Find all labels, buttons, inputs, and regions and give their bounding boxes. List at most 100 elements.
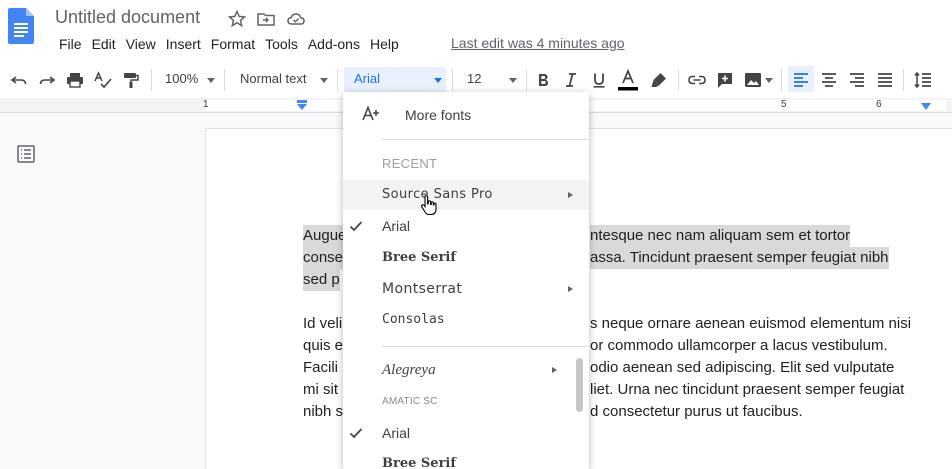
font-item-source-sans-pro[interactable]: Source Sans Pro [343, 180, 589, 210]
toolbar-divider [452, 69, 453, 91]
menu-bar: File Edit View Insert Format Tools Add-o… [54, 34, 404, 54]
text-line-right[interactable]: liet. Urna nec tincidunt praesent semper… [590, 379, 904, 401]
font-item-label: Arial [382, 218, 411, 234]
star-icon[interactable] [227, 9, 247, 29]
menu-insert[interactable]: Insert [161, 36, 206, 52]
menu-format[interactable]: Format [206, 36, 260, 52]
align-left-icon[interactable] [791, 70, 811, 90]
print-icon[interactable] [65, 70, 85, 90]
font-item-label: Montserrat [382, 281, 463, 297]
line-spacing-icon[interactable] [913, 70, 933, 90]
menu-help[interactable]: Help [365, 36, 404, 52]
text-line-right[interactable]: d consectetur purus ut faucibus. [590, 401, 803, 423]
spellcheck-icon[interactable] [93, 70, 113, 90]
font-size-select[interactable]: 12 [467, 71, 481, 86]
left-indent-marker-icon[interactable] [296, 100, 308, 111]
redo-icon[interactable] [37, 70, 57, 90]
font-dropdown-menu: More fonts RECENT Source Sans Pro Arial … [343, 92, 589, 469]
check-icon [349, 428, 363, 439]
insert-comment-icon[interactable] [715, 70, 735, 90]
font-item-bree-serif[interactable]: Bree Serif [343, 449, 589, 469]
ruler-number: 6 [876, 99, 882, 110]
font-item-label: Bree Serif [382, 456, 456, 469]
paint-format-icon[interactable] [121, 70, 141, 90]
text-line-right[interactable]: odio aenean sed adipiscing. Elit sed vul… [590, 357, 894, 379]
text-line-right[interactable]: assa. Tincidunt praesent semper feugiat … [590, 247, 889, 269]
font-item-amatic-sc[interactable]: AMATIC SC [343, 386, 589, 416]
font-item-arial[interactable]: Arial [343, 418, 589, 448]
ruler-number: 5 [781, 99, 787, 110]
submenu-arrow-icon [552, 366, 557, 373]
text-line-left[interactable]: conse [303, 247, 344, 269]
text-line-left[interactable]: Id veli [303, 313, 342, 335]
cloud-status-icon[interactable] [286, 9, 306, 29]
document-title[interactable]: Untitled document [55, 7, 200, 28]
menu-divider [382, 346, 589, 347]
text-line-right[interactable]: or commodo ullamcorper a lacus vestibulu… [590, 335, 888, 357]
menu-view[interactable]: View [121, 36, 161, 52]
recent-section-header: RECENT [382, 156, 438, 171]
menu-divider [382, 139, 589, 140]
style-chevron-down-icon[interactable] [320, 78, 328, 83]
font-size-chevron-down-icon[interactable] [509, 78, 517, 83]
move-to-folder-icon[interactable] [256, 9, 276, 29]
align-center-icon[interactable] [819, 70, 839, 90]
text-color-icon[interactable] [618, 68, 638, 92]
more-fonts-icon [362, 105, 379, 121]
underline-icon[interactable] [589, 70, 609, 90]
font-select-label: Arial [354, 71, 381, 86]
check-icon [349, 221, 363, 232]
font-chevron-down-icon[interactable] [434, 78, 442, 83]
toolbar-divider [151, 69, 152, 91]
undo-icon[interactable] [9, 70, 29, 90]
zoom-chevron-down-icon[interactable] [207, 78, 215, 83]
submenu-arrow-icon [568, 285, 573, 292]
font-item-label: Consolas [382, 312, 445, 327]
document-outline-icon[interactable] [16, 144, 36, 164]
google-docs-logo-icon[interactable] [8, 8, 34, 44]
text-line-left[interactable]: mi sit [303, 379, 338, 401]
text-line-left[interactable]: Facili [303, 357, 338, 379]
last-edit-link[interactable]: Last edit was 4 minutes ago [451, 35, 625, 51]
highlight-color-icon[interactable] [649, 70, 669, 90]
zoom-select[interactable]: 100% [165, 71, 198, 86]
submenu-arrow-icon [568, 191, 573, 198]
paragraph-style-select[interactable]: Normal text [240, 71, 306, 86]
toolbar-divider [678, 69, 679, 91]
toolbar-divider [781, 69, 782, 91]
align-right-icon[interactable] [847, 70, 867, 90]
hand-pointer-icon [420, 194, 437, 216]
toolbar-divider [337, 69, 338, 91]
toolbar-divider [526, 69, 527, 91]
insert-image-icon[interactable] [743, 70, 763, 90]
image-chevron-down-icon[interactable] [765, 78, 773, 83]
insert-link-icon[interactable] [687, 70, 707, 90]
menu-edit[interactable]: Edit [87, 36, 121, 52]
text-line-left[interactable]: Augue [303, 225, 347, 247]
bold-icon[interactable] [533, 70, 553, 90]
font-item-label: AMATIC SC [382, 396, 438, 407]
font-item-label: Arial [382, 425, 411, 441]
text-line-right[interactable]: ntesque nec nam aliquam sem et tortor [590, 225, 851, 247]
toolbar-divider [224, 69, 225, 91]
text-line-left[interactable]: quis e [303, 335, 343, 357]
text-line-right[interactable]: s neque ornare aenean euismod elementum … [590, 313, 911, 335]
more-fonts-label: More fonts [405, 107, 472, 123]
font-item-label: Alegreya [382, 362, 436, 378]
font-item-montserrat[interactable]: Montserrat [343, 274, 589, 304]
right-indent-marker-icon[interactable] [920, 102, 932, 111]
text-line-left[interactable]: nibh s [303, 401, 343, 423]
text-line-left[interactable]: sed p [303, 269, 340, 291]
font-item-bree-serif[interactable]: Bree Serif [343, 243, 589, 273]
more-fonts-item[interactable]: More fonts [343, 100, 589, 130]
font-item-consolas[interactable]: Consolas [343, 305, 589, 335]
menu-tools[interactable]: Tools [260, 36, 303, 52]
font-item-alegreya[interactable]: Alegreya [343, 355, 589, 385]
menu-add-ons[interactable]: Add-ons [303, 36, 365, 52]
font-item-label: Bree Serif [382, 250, 456, 265]
menu-file[interactable]: File [54, 36, 87, 52]
font-item-arial[interactable]: Arial [343, 211, 589, 241]
justify-icon[interactable] [875, 70, 895, 90]
italic-icon[interactable] [561, 70, 581, 90]
menu-scrollbar[interactable] [576, 358, 583, 412]
